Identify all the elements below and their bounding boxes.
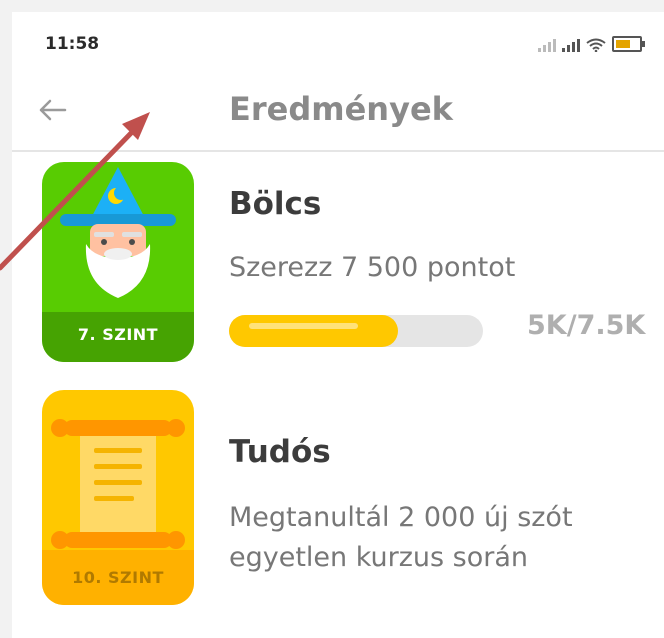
battery-icon [612,36,645,52]
signal-icon [562,39,580,52]
achievement-title: Bölcs [229,186,322,222]
achievement-description: Szerezz 7 500 pontot [229,252,516,283]
achievement-badge: 10. SZINT [42,390,194,605]
badge-level-label: 7. SZINT [77,325,159,344]
app-bar: Eredmények [12,72,664,152]
status-bar: 11:58 [12,12,664,72]
arrow-left-icon[interactable] [30,88,74,132]
status-time: 11:58 [45,34,100,54]
progress-fill [229,315,399,347]
badge-level-label: 10. SZINT [72,568,164,587]
achievement-item[interactable]: 7. SZINT Bölcs Szerezz 7 500 pontot 5K/7… [12,162,664,382]
achievement-title: Tudós [229,434,331,470]
progress-shine [249,323,359,329]
wifi-icon [586,38,606,52]
status-icons [538,36,645,52]
signal-weak-icon [538,39,556,52]
achievement-description: Megtanultál 2 000 új szót egyetlen kurzu… [229,502,573,573]
screen: 11:58 Eredmények 7. SZINT Bölcs Szerezz … [12,12,664,638]
page-title: Eredmények [229,90,453,128]
achievement-badge: 7. SZINT [42,162,194,362]
achievement-item[interactable]: 10. SZINT Tudós Megtanultál 2 000 új szó… [12,390,664,638]
progress-text: 5K/7.5K [527,310,646,341]
progress-bar [229,315,483,347]
